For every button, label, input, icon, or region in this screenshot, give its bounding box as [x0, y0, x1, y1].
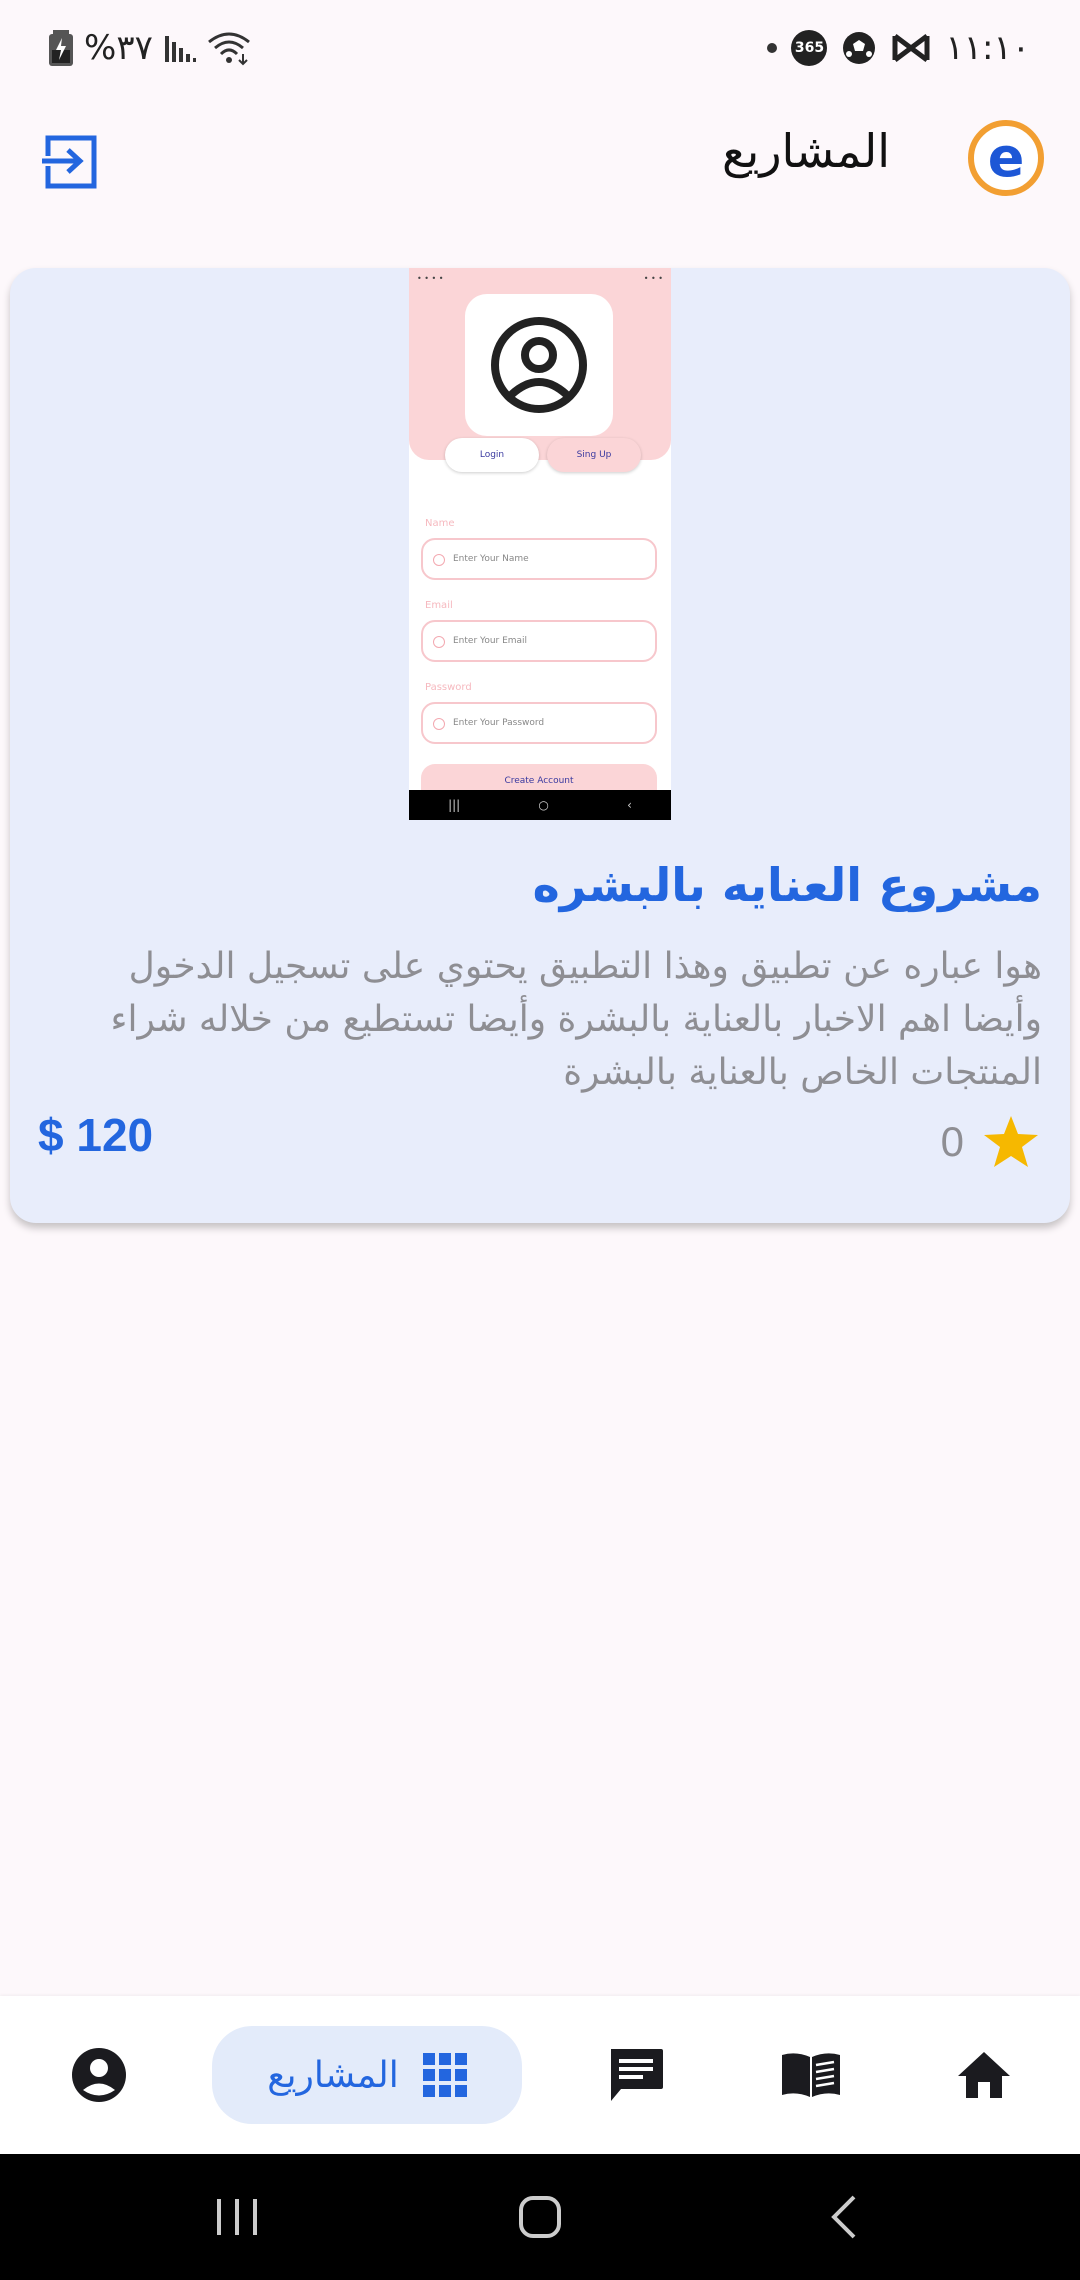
capcut-icon [892, 34, 930, 62]
page-title: المشاريع [722, 124, 890, 178]
notification-dot-icon [767, 43, 778, 53]
recent-apps-button[interactable] [202, 2184, 272, 2250]
nav-item-chat[interactable] [606, 2026, 666, 2124]
user-avatar-icon [491, 317, 587, 413]
nav-item-projects[interactable]: المشاريع [212, 2026, 522, 2124]
thumbnail-label-email: Email [425, 600, 453, 611]
clock: ١١:١٠ [945, 28, 1030, 68]
bottom-navigation: المشاريع [0, 1996, 1080, 2154]
project-title: مشروع العنايه بالبشره [532, 858, 1042, 912]
thumbnail-avatar-box [465, 294, 613, 436]
home-icon [958, 2052, 1010, 2098]
back-chevron-icon [831, 2195, 856, 2239]
grid-icon [422, 2053, 467, 2097]
status-right: 365 ١١:١٠ [767, 28, 1030, 68]
thumbnail-statusbar: • • • • • • • [417, 274, 663, 283]
logout-icon [42, 135, 97, 189]
nav-item-courses[interactable] [778, 2026, 844, 2124]
book-icon [782, 2053, 840, 2097]
nav-item-projects-label: المشاريع [267, 2054, 399, 2096]
signal-icon [164, 36, 196, 62]
home-system-button[interactable] [505, 2184, 575, 2250]
project-card[interactable]: • • • • • • • Login Sing Up Name Enter Yo… [10, 268, 1070, 1223]
logout-button[interactable] [40, 130, 102, 192]
thumbnail-tab-login: Login [445, 438, 539, 472]
soccer-ball-icon [843, 32, 876, 64]
thumbnail-tab-signup: Sing Up [547, 438, 641, 472]
recent-apps-icon [217, 2199, 257, 2235]
nav-item-home[interactable] [956, 2026, 1012, 2124]
battery-percentage: %٣٧ [84, 28, 153, 68]
nav-item-account[interactable] [60, 2026, 138, 2124]
battery-charging-icon [49, 30, 73, 66]
thumbnail-navbar: ||| ○ ‹ [409, 790, 671, 820]
project-price: $ 120 [38, 1109, 154, 1161]
status-left: %٣٧ [48, 28, 251, 68]
app-logo: e [968, 120, 1044, 196]
thumbnail-label-password: Password [425, 682, 472, 693]
thumbnail-field-name: Enter Your Name [421, 538, 657, 580]
wifi-icon [207, 32, 250, 66]
app-365-icon: 365 [791, 30, 828, 66]
chat-icon [611, 2049, 663, 2101]
status-bar: %٣٧ 365 ١١:١٠ [0, 0, 1080, 100]
thumbnail-field-email: Enter Your Email [421, 620, 657, 662]
system-navigation-bar [0, 2154, 1080, 2280]
back-button[interactable] [808, 2184, 878, 2250]
thumbnail-label-name: Name [425, 518, 455, 529]
project-description: هوا عباره عن تطبيق وهذا التطبيق يحتوي عل… [110, 946, 1042, 1093]
project-thumbnail[interactable]: • • • • • • • Login Sing Up Name Enter Yo… [409, 268, 671, 820]
home-circle-icon [519, 2196, 561, 2238]
app-bar: المشاريع e [0, 110, 1080, 210]
thumbnail-field-password: Enter Your Password [421, 702, 657, 744]
thumbnail-tabs: Login Sing Up [445, 438, 641, 472]
logo-letter: e [987, 126, 1025, 189]
star-icon [984, 1116, 1038, 1167]
account-icon [72, 2048, 126, 2102]
rating-value: 0 [940, 1118, 964, 1165]
project-rating: 0 [941, 1114, 1040, 1170]
